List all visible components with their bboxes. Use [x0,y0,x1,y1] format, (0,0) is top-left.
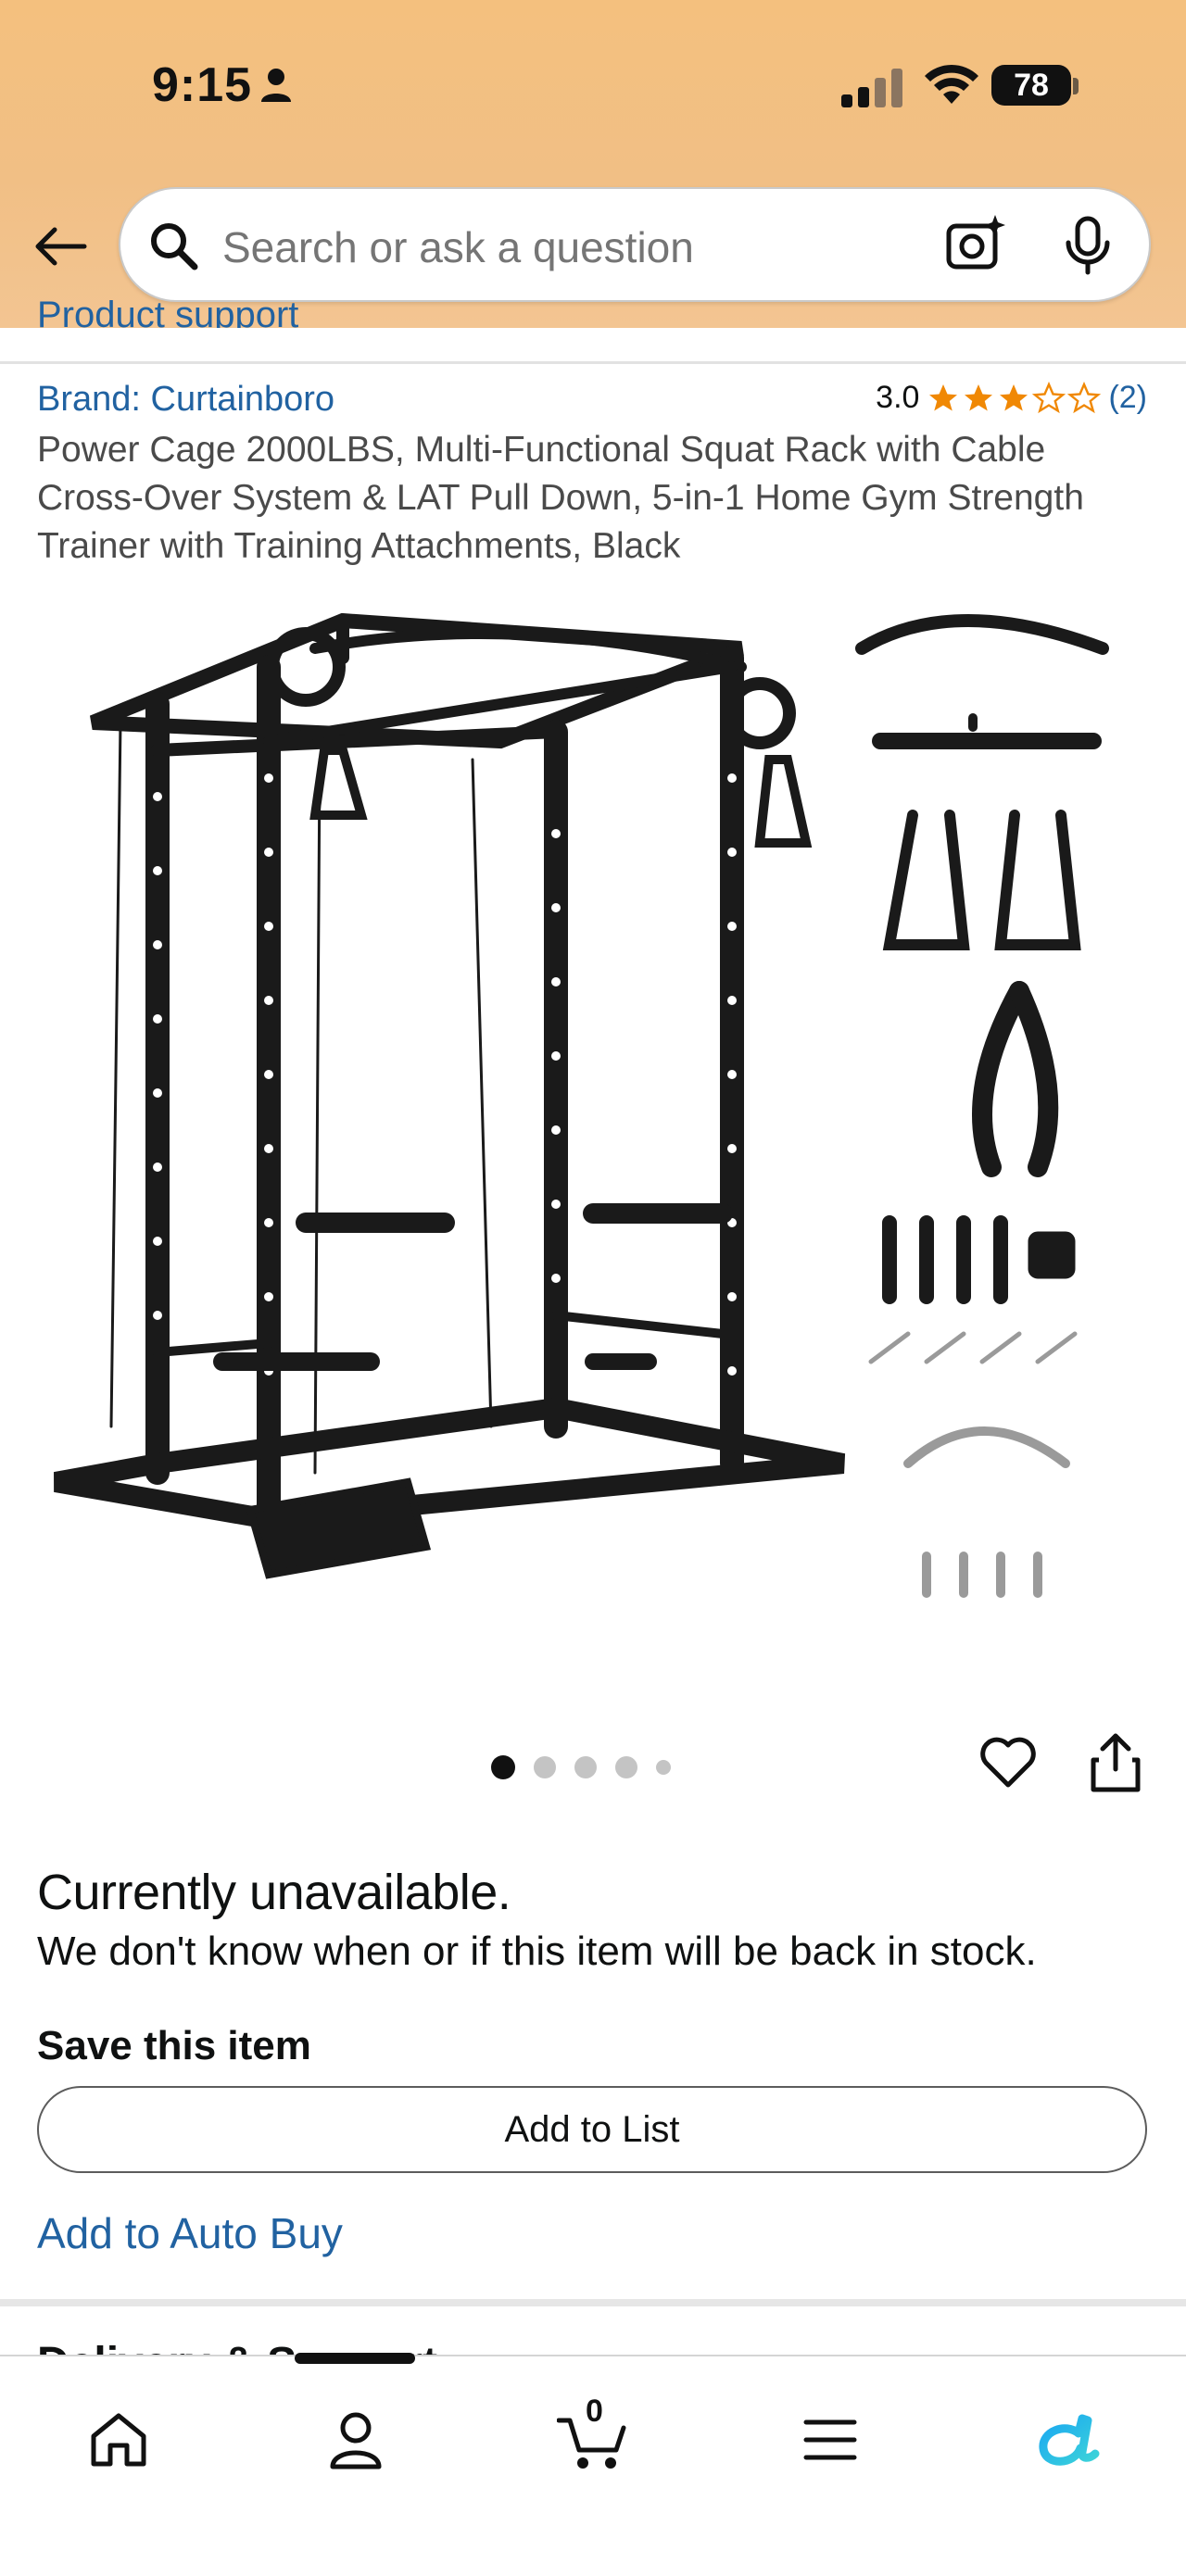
rating-stars [927,381,1102,415]
product-title: Power Cage 2000LBS, Multi-Functional Squ… [37,430,1084,566]
carousel-dot[interactable] [574,1756,597,1778]
nav-home[interactable] [72,2394,165,2486]
status-bar: 9:15 78 [0,0,1186,176]
heart-icon[interactable] [978,1734,1038,1790]
battery-level: 78 [991,65,1071,106]
brand-link[interactable]: Brand: Curtainboro [37,380,334,420]
section-divider [0,2299,1186,2306]
rating-value: 3.0 [876,380,920,415]
nav-menu[interactable] [784,2394,877,2486]
rating-count: (2) [1108,380,1147,415]
home-icon [91,2413,146,2467]
availability-title: Currently unavailable. [37,1865,511,1920]
battery-cap [1073,78,1079,94]
share-icon[interactable] [1090,1732,1142,1793]
search-icon [151,223,198,270]
wifi-icon [925,64,978,104]
add-to-list-button[interactable]: Add to List [37,2086,1147,2173]
search-bar[interactable] [119,187,1151,302]
cart-count: 0 [586,2394,603,2429]
bottom-navigation: 0 [0,2355,1186,2576]
person-icon [261,69,291,102]
star-empty-icon [1032,381,1066,413]
nav-rufus[interactable] [1021,2394,1114,2486]
carousel-dot-active[interactable] [491,1755,515,1779]
arrow-left-icon [35,227,87,266]
back-button[interactable] [28,219,93,274]
star-filled-icon [929,383,958,410]
save-item-heading: Save this item [37,2023,311,2068]
app-header: 9:15 78 [0,0,1186,328]
product-image[interactable] [37,593,1149,1667]
profile-icon [330,2412,382,2469]
camera-scan-icon[interactable] [943,211,1010,278]
star-filled-icon [1000,383,1028,410]
rating-summary[interactable]: 3.0 (2) [876,380,1147,416]
home-indicator [295,2353,415,2364]
section-divider [0,361,1186,364]
add-to-auto-buy-link[interactable]: Add to Auto Buy [37,2208,343,2258]
product-support-link[interactable]: Product support [37,295,298,328]
star-empty-icon [1067,381,1102,413]
search-input[interactable] [222,222,1019,272]
menu-icon [803,2419,857,2460]
rufus-icon [1039,2414,1100,2466]
signal-icon [841,69,902,107]
microphone-icon[interactable] [1062,215,1114,278]
carousel-dot[interactable] [615,1756,637,1778]
carousel-dot[interactable] [656,1760,671,1775]
nav-cart[interactable]: 0 [547,2394,639,2486]
star-filled-icon [965,383,993,410]
image-carousel-indicator[interactable] [491,1755,671,1779]
availability-message: We don't know when or if this item will … [37,1929,1037,1974]
carousel-dot[interactable] [534,1756,556,1778]
status-time: 9:15 [152,58,253,112]
nav-profile[interactable] [309,2394,402,2486]
